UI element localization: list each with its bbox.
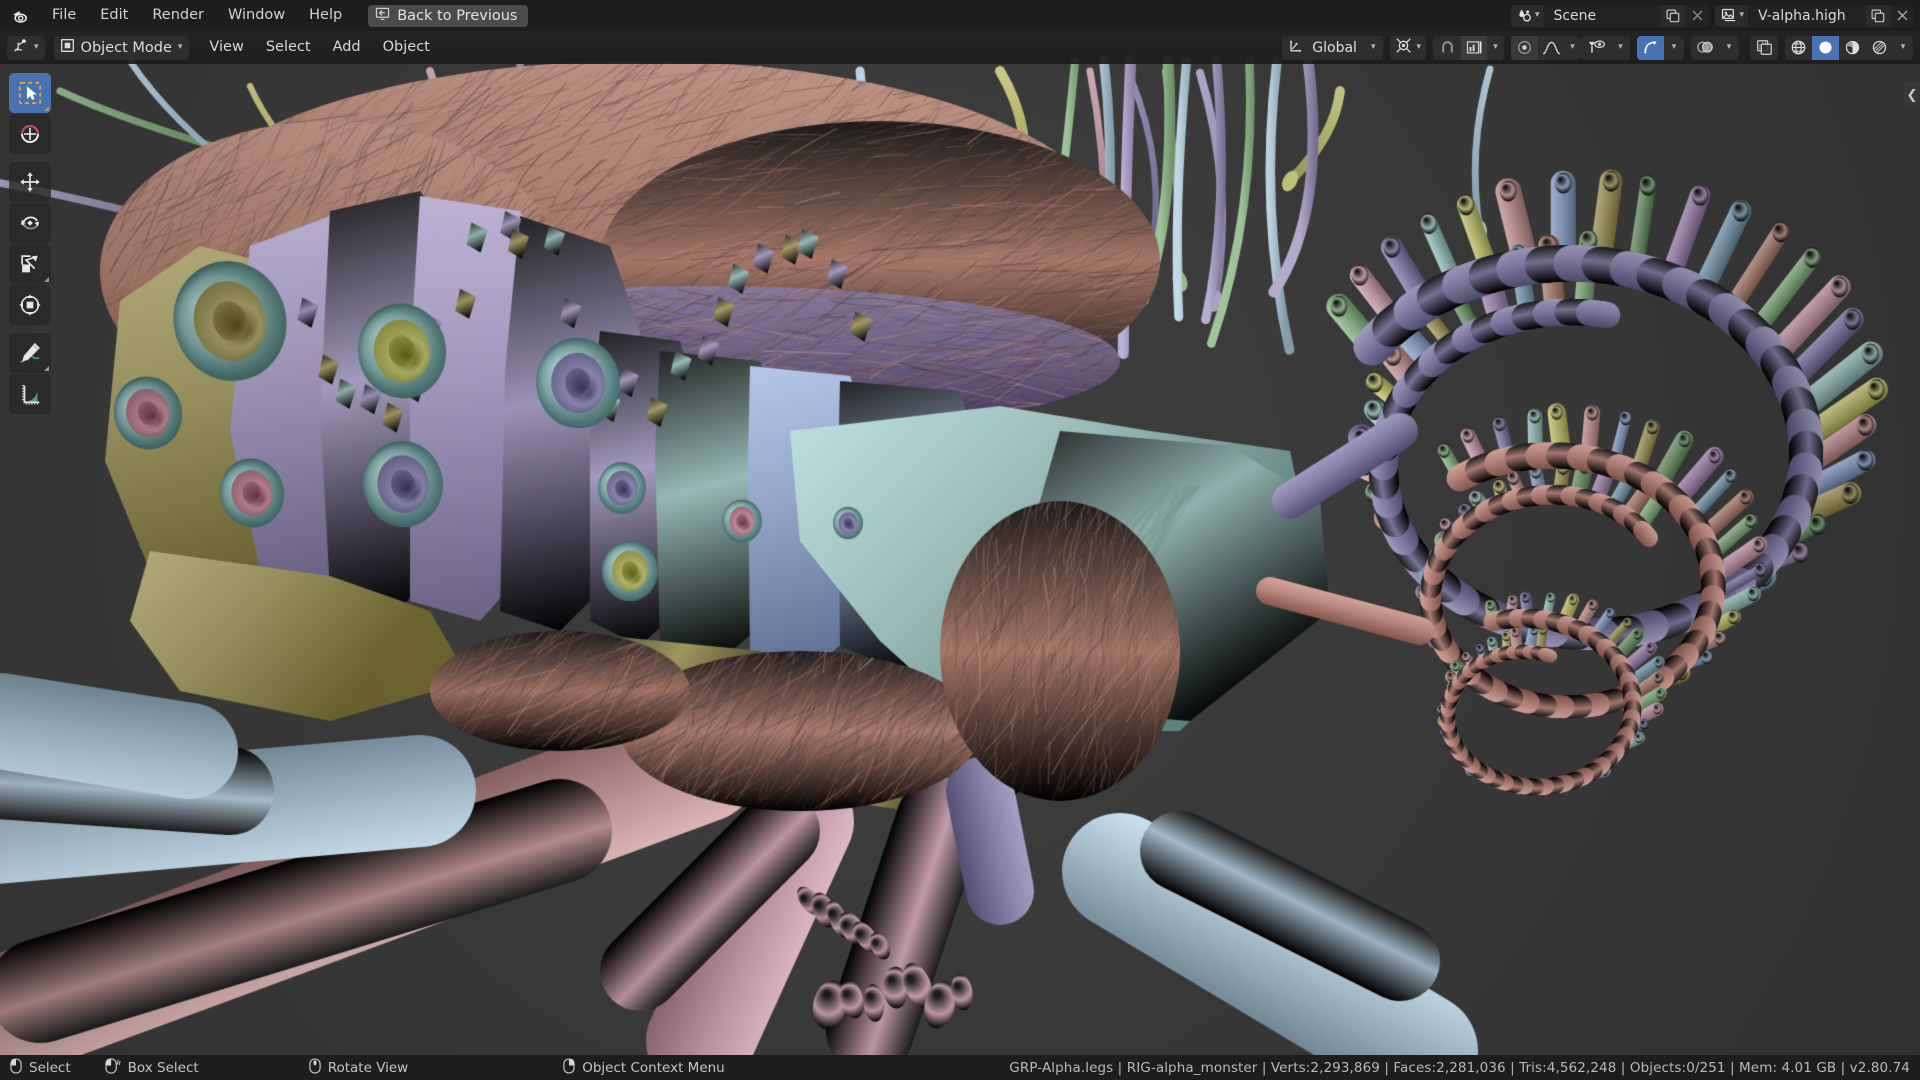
toggle-xray-icon[interactable] (1750, 36, 1778, 60)
statusbar-hint-label: Select (29, 1060, 71, 1076)
topbar: File Edit Render Window Help Back to Pre… (0, 0, 1920, 31)
tool-submenu-indicator (44, 277, 49, 282)
gizmo-chevron-down-icon[interactable]: ▾ (1664, 36, 1684, 60)
proportional-editing-icon[interactable] (1511, 36, 1538, 60)
chevron-down-icon: ▾ (1371, 43, 1376, 52)
snap-increment-icon[interactable] (1461, 36, 1487, 60)
show-gizmo-icon[interactable] (1637, 36, 1664, 60)
shading-material-preview-icon[interactable] (1839, 36, 1866, 60)
chevron-down-icon: ▾ (1535, 11, 1540, 20)
shading-solid-icon[interactable] (1812, 36, 1839, 60)
viewport-menu-select[interactable]: Select (255, 36, 322, 59)
statusbar: Select Box Select Rotate View (0, 1055, 1920, 1080)
menu-help[interactable]: Help (297, 4, 354, 27)
chevron-down-icon: ▾ (1416, 43, 1421, 52)
statusbar-hint-object-context-menu: Object Context Menu (563, 1058, 725, 1078)
falloff-chevron-down-icon[interactable]: ▾ (1564, 36, 1581, 60)
tool-annotate[interactable] (9, 333, 51, 373)
viewport-header: ▾ Object Mode ▾ View Select Add Object (0, 31, 1920, 64)
scene-data-icon[interactable]: ▾ (1511, 5, 1544, 27)
tool-move[interactable] (9, 162, 51, 202)
scene-name-field[interactable]: Scene (1543, 5, 1661, 27)
viewport-render-canvas[interactable] (0, 31, 1920, 1055)
mouse-left-button-icon (10, 1058, 22, 1078)
viewport-display-controls: ▾ ▾ (1581, 36, 1913, 60)
statusbar-hint-rotate-view: Rotate View (309, 1058, 409, 1078)
blender-application-window: File Edit Render Window Help Back to Pre… (0, 0, 1920, 1080)
sidebar-collapse-chevron-icon: ❮ (1907, 88, 1918, 103)
interaction-mode-selector[interactable]: Object Mode ▾ (54, 36, 190, 60)
shading-wireframe-icon[interactable] (1785, 36, 1812, 60)
chevron-down-icon: ▾ (178, 43, 183, 52)
menu-window[interactable]: Window (216, 4, 297, 27)
shading-rendered-icon[interactable] (1866, 36, 1893, 60)
object-mode-icon (60, 38, 75, 57)
transform-orientation-label: Global (1312, 40, 1357, 56)
view-layer-selector[interactable]: ▾ V-alpha.high (1715, 5, 1914, 27)
proportional-editing-controls[interactable]: ▾ (1511, 36, 1581, 60)
snap-magnet-icon[interactable] (1433, 36, 1461, 60)
mouse-left-drag-icon (105, 1058, 121, 1078)
unlink-scene-icon[interactable] (1685, 5, 1709, 27)
statusbar-hint-label: Box Select (128, 1060, 199, 1076)
gizmo-controls[interactable]: ▾ (1637, 36, 1684, 60)
transform-orientation-selector[interactable]: Global ▾ (1282, 36, 1383, 60)
menu-render[interactable]: Render (140, 4, 216, 27)
blender-logo-icon[interactable] (6, 0, 36, 31)
viewport-menu-view[interactable]: View (198, 36, 254, 59)
overlay-chevron-down-icon[interactable]: ▾ (1719, 36, 1739, 60)
back-to-previous-icon (375, 7, 390, 25)
snapping-controls[interactable]: ▾ (1433, 36, 1504, 60)
3d-viewport[interactable] (0, 31, 1920, 1055)
statusbar-hint-label: Rotate View (328, 1060, 409, 1076)
sidebar-collapse-toggle[interactable]: ❮ (1904, 82, 1920, 108)
mouse-middle-button-icon (309, 1058, 321, 1078)
statusbar-hint-label: Object Context Menu (582, 1060, 725, 1076)
object-type-visibility-selector[interactable]: ▾ (1581, 36, 1630, 60)
scene-selector[interactable]: ▾ Scene (1511, 5, 1710, 27)
menu-edit[interactable]: Edit (88, 4, 140, 27)
tool-cursor[interactable] (9, 114, 51, 154)
viewport-toolbar (9, 73, 51, 414)
mode-label: Object Mode (81, 40, 172, 56)
view-layer-icon[interactable]: ▾ (1715, 5, 1748, 27)
statusbar-hint-select: Select (10, 1058, 71, 1078)
shading-mode-selector[interactable]: ▾ (1785, 36, 1913, 60)
statusbar-scene-stats: GRP-Alpha.legs | RIG-alpha_monster | Ver… (1009, 1060, 1910, 1076)
tool-submenu-indicator (44, 106, 49, 111)
chevron-down-icon: ▾ (1739, 11, 1744, 20)
pivot-point-icon (1395, 37, 1412, 58)
mouse-right-button-icon (563, 1058, 575, 1078)
back-to-previous-label: Back to Previous (397, 8, 517, 24)
viewport-menu-object[interactable]: Object (372, 36, 441, 59)
tool-select-box[interactable] (9, 73, 51, 113)
view-layer-name-field[interactable]: V-alpha.high (1748, 5, 1866, 27)
new-view-layer-icon[interactable] (1866, 5, 1890, 27)
chevron-down-icon: ▾ (34, 43, 39, 52)
pivot-point-selector[interactable]: ▾ (1390, 36, 1426, 60)
tool-transform[interactable] (9, 285, 51, 325)
statusbar-hint-box-select: Box Select (105, 1058, 199, 1078)
visibility-chevron-down-icon[interactable]: ▾ (1611, 36, 1630, 60)
editor-type-3d-viewport-icon (13, 38, 30, 58)
tool-submenu-indicator (44, 366, 49, 371)
remove-view-layer-icon[interactable] (1890, 5, 1914, 27)
transform-orientation-icon (1288, 38, 1304, 58)
menu-file[interactable]: File (40, 4, 88, 27)
toggle-xray-button[interactable] (1750, 36, 1778, 60)
back-to-previous-button[interactable]: Back to Previous (368, 5, 528, 27)
editor-type-selector[interactable]: ▾ (7, 36, 45, 60)
viewport-menu-add[interactable]: Add (322, 36, 372, 59)
tool-rotate[interactable] (9, 203, 51, 243)
tool-measure[interactable] (9, 374, 51, 414)
tool-scale[interactable] (9, 244, 51, 284)
overlay-controls[interactable]: ▾ (1691, 36, 1739, 60)
object-type-visibility-icon[interactable] (1581, 36, 1611, 60)
shading-options-chevron-icon[interactable]: ▾ (1893, 36, 1913, 60)
new-scene-icon[interactable] (1661, 5, 1685, 27)
show-overlays-icon[interactable] (1691, 36, 1719, 60)
snap-chevron-down-icon[interactable]: ▾ (1487, 36, 1504, 60)
falloff-smooth-icon[interactable] (1538, 36, 1564, 60)
